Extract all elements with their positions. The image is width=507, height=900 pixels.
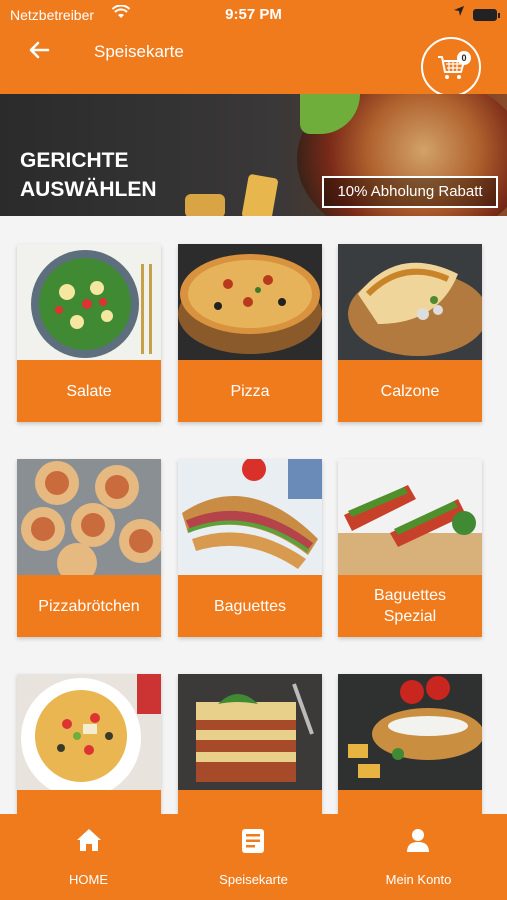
category-card-baguettes[interactable]: Baguettes bbox=[178, 459, 322, 637]
nav-menu-label: Speisekarte bbox=[219, 872, 288, 887]
pasta-image bbox=[17, 674, 161, 790]
category-label: Calzone bbox=[338, 360, 482, 422]
banner-heading: GERICHTE AUSWÄHLEN bbox=[20, 146, 200, 204]
pizza-image bbox=[178, 244, 322, 360]
category-card-calzone[interactable]: Calzone bbox=[338, 244, 482, 422]
category-label: Baguettes Spezial bbox=[338, 575, 482, 637]
status-bar: Netzbetreiber 9:57 PM bbox=[0, 4, 507, 25]
banner-heading-line: GERICHTE bbox=[20, 149, 129, 172]
banner-heading-line: AUSWÄHLEN bbox=[20, 178, 157, 201]
category-label bbox=[178, 790, 322, 814]
discount-badge: 10% Abholung Rabatt bbox=[322, 176, 498, 208]
battery-icon bbox=[473, 9, 500, 21]
category-card-salate[interactable]: Salate bbox=[17, 244, 161, 422]
clock: 9:57 PM bbox=[225, 6, 282, 23]
back-arrow-icon[interactable] bbox=[28, 38, 50, 64]
category-card-pizzabroetchen[interactable]: Pizzabrötchen bbox=[17, 459, 161, 637]
lasagna-image bbox=[178, 674, 322, 790]
app-header: Netzbetreiber 9:57 PM Speisekarte 0 bbox=[0, 0, 507, 97]
bottom-navigation: HOME Speisekarte Mein Konto bbox=[0, 814, 507, 900]
category-card-lasagne[interactable] bbox=[178, 674, 322, 814]
category-label: Pizza bbox=[178, 360, 322, 422]
location-arrow-icon bbox=[453, 5, 465, 20]
nav-menu[interactable]: Speisekarte bbox=[169, 814, 338, 900]
baguette-image bbox=[178, 459, 322, 575]
fries-decoration bbox=[241, 173, 279, 216]
menu-list-icon bbox=[242, 829, 264, 853]
nav-account[interactable]: Mein Konto bbox=[334, 814, 503, 900]
category-card-schnitzel[interactable] bbox=[338, 674, 482, 814]
schnitzel-image bbox=[338, 674, 482, 790]
page-title: Speisekarte bbox=[94, 42, 184, 61]
cart-count-badge: 0 bbox=[457, 51, 471, 65]
category-card-baguettes-spezial[interactable]: Baguettes Spezial bbox=[338, 459, 482, 637]
pizza-rolls-image bbox=[17, 459, 161, 575]
promo-banner: GERICHTE AUSWÄHLEN 10% Abholung Rabatt bbox=[0, 94, 507, 216]
nav-account-label: Mein Konto bbox=[385, 872, 452, 887]
category-label: Pizzabrötchen bbox=[17, 575, 161, 637]
category-label bbox=[338, 790, 482, 814]
category-grid: Salate Pizza Calzone Pizzabrötchen Bague… bbox=[0, 216, 507, 814]
baguette-special-image bbox=[338, 459, 482, 575]
nav-home[interactable]: HOME bbox=[4, 814, 173, 900]
category-label bbox=[17, 790, 161, 814]
home-icon bbox=[77, 829, 101, 851]
category-label: Baguettes bbox=[178, 575, 322, 637]
user-icon bbox=[407, 829, 429, 852]
category-card-pizza[interactable]: Pizza bbox=[178, 244, 322, 422]
category-card-pasta[interactable] bbox=[17, 674, 161, 814]
nav-home-label: HOME bbox=[69, 872, 108, 887]
salad-image bbox=[17, 244, 161, 360]
category-label: Salate bbox=[17, 360, 161, 422]
calzone-image bbox=[338, 244, 482, 360]
cart-button[interactable]: 0 bbox=[421, 37, 481, 97]
